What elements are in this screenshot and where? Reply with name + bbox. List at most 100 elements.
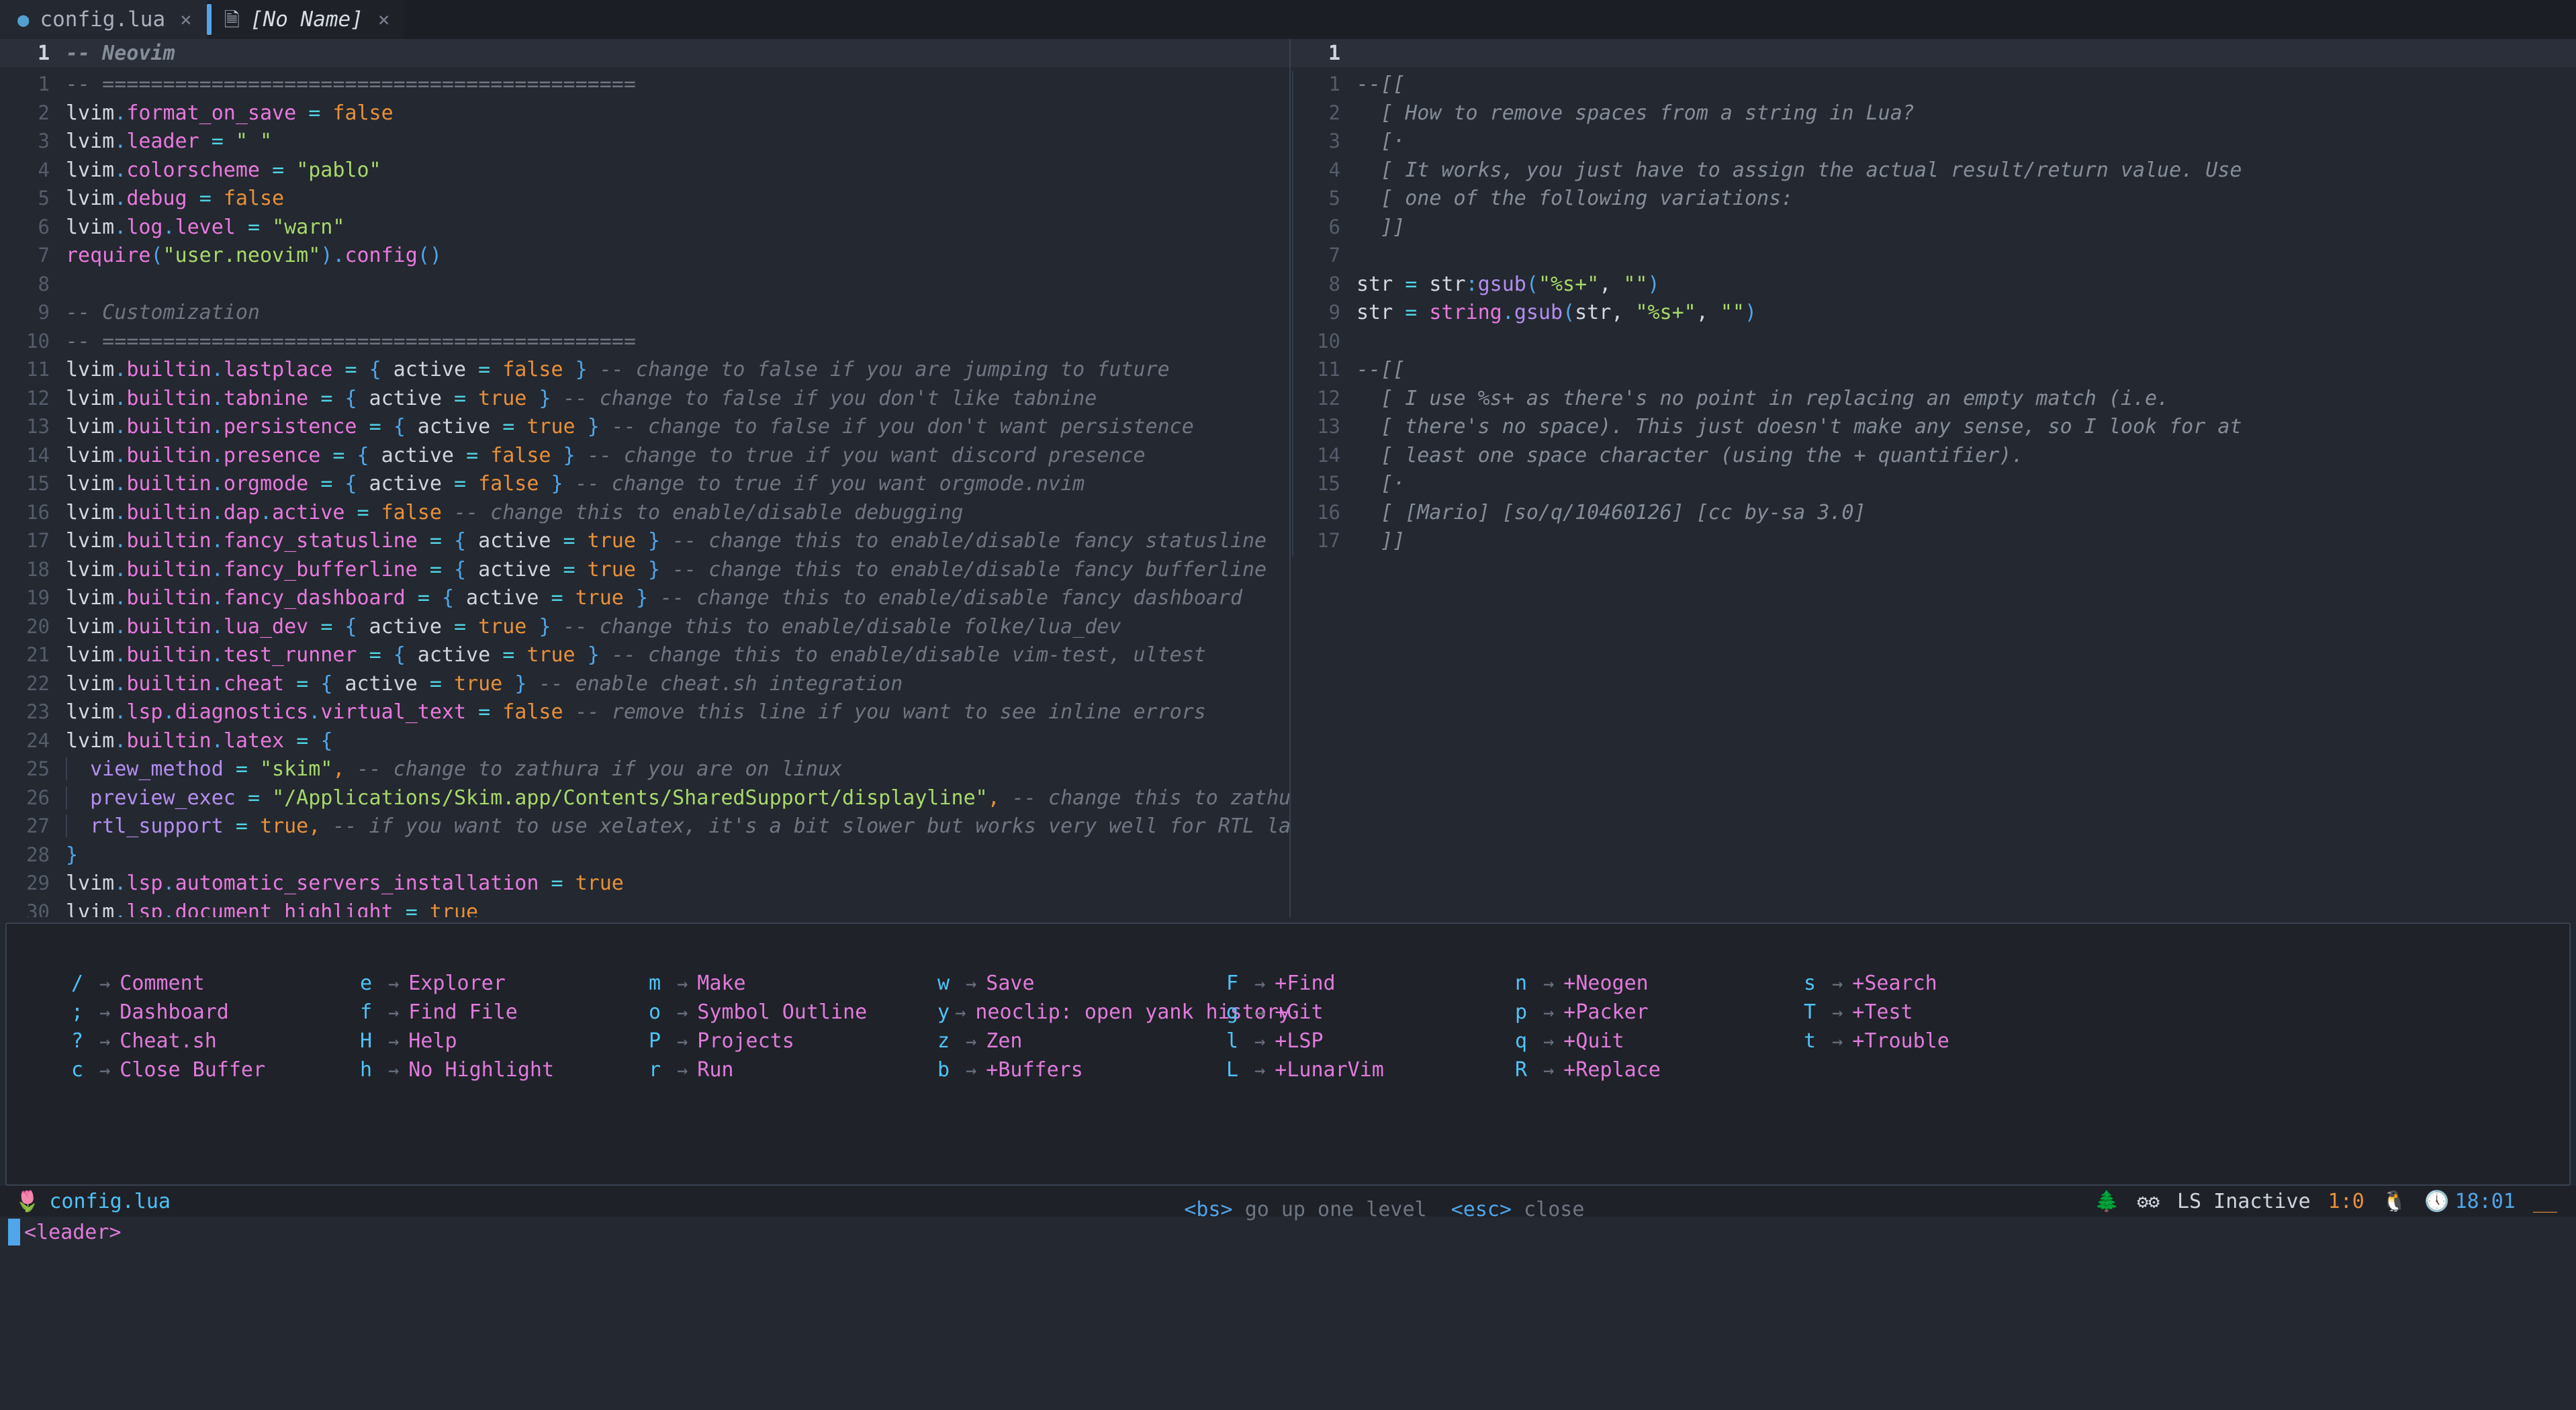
close-icon[interactable]: × <box>176 8 191 31</box>
token-eq: = <box>247 215 260 239</box>
code-line[interactable]: 26 preview_exec = "/Applications/Skim.ap… <box>0 784 1289 812</box>
code-line[interactable]: 9 -- Customization <box>0 298 1289 327</box>
which-key-entry[interactable]: p → +Packer <box>1515 998 1804 1027</box>
code-line[interactable]: 30 lvim.lsp.document_highlight = true <box>0 898 1289 918</box>
which-key-entry[interactable]: T → +Test <box>1804 998 2092 1027</box>
token-prop: lsp <box>126 900 163 918</box>
which-key-entry[interactable]: y → neoclip: open yank history <box>937 998 1291 1027</box>
which-key-entry[interactable]: o → Symbol Outline <box>649 998 937 1027</box>
code-line[interactable]: 17 ]] <box>1291 526 2576 557</box>
which-key-entry[interactable]: l → +LSP <box>1226 1027 1515 1056</box>
code-line[interactable]: 6 ]] <box>1291 213 2576 242</box>
code-line[interactable]: 28} <box>0 841 1289 869</box>
command-line[interactable]: <leader> <bs> go up one level <esc> clos… <box>0 1198 2576 1248</box>
code-line[interactable]: 15 lvim.builtin.orgmode = { active = fals… <box>0 469 1289 498</box>
code-line[interactable]: 24 lvim.builtin.latex = { <box>0 726 1289 755</box>
which-key-entry[interactable]: ? → Cheat.sh <box>71 1027 360 1056</box>
code-line[interactable]: 6 lvim.log.level = "warn" <box>0 213 1289 242</box>
code-line[interactable]: 18 lvim.builtin.fancy_bufferline = { acti… <box>0 555 1289 584</box>
which-key-entry[interactable]: g → +Git <box>1226 998 1515 1027</box>
which-key-entry[interactable]: H → Help <box>360 1027 649 1056</box>
which-key-entry[interactable]: c → Close Buffer <box>71 1056 360 1085</box>
code-line[interactable]: 5 [ one of the following variations: <box>1291 184 2576 214</box>
which-key-entry[interactable]: n → +Neogen <box>1515 970 1804 998</box>
which-key-popup[interactable]: / → Comment; → Dashboard? → Cheat.sh c → Close Bu… <box>5 923 2571 1186</box>
code-line[interactable]: 1 --[[ <box>1291 70 2576 100</box>
editor-pane-left[interactable]: 1 -- Neovim 1 -- ========================… <box>0 39 1289 917</box>
token-eq: = <box>357 500 369 524</box>
code-line[interactable]: 8 str = str:gsub("%s+", "") <box>1291 270 2576 299</box>
code-line[interactable]: 23 lvim.lsp.diagnostics.virtual_text = fa… <box>0 698 1289 726</box>
which-key-entry[interactable]: e → Explorer <box>360 970 649 998</box>
code-line[interactable]: 11 lvim.builtin.lastplace = { active = fa… <box>0 355 1289 384</box>
code-line[interactable]: 14 lvim.builtin.presence = { active = fal… <box>0 441 1289 470</box>
code-line[interactable]: 8 <box>0 270 1289 299</box>
code-line[interactable]: 16 lvim.builtin.dap.active = false -- cha… <box>0 498 1289 527</box>
neovim-window: ● config.lua × 🗎 [No Name] × 1 -- Neovim… <box>0 0 2576 1410</box>
code-line[interactable]: 16 [ [Mario] [so/q/10460126] [cc by-sa 3… <box>1291 498 2576 528</box>
code-line[interactable]: 27 rtl_support = true, -- if you want to… <box>0 812 1289 841</box>
which-key-entry[interactable]: h → No Highlight <box>360 1056 649 1085</box>
buffer-tab-no-name[interactable]: 🗎 [No Name] × <box>206 0 405 39</box>
lua-file-icon: ● <box>17 7 30 31</box>
code-line[interactable]: 4 lvim.colorscheme = "pablo" <box>0 156 1289 185</box>
code-line[interactable]: 19 lvim.builtin.fancy_dashboard = { activ… <box>0 583 1289 612</box>
which-key-entry[interactable]: ; → Dashboard <box>71 998 360 1027</box>
code-line[interactable]: 13 [ there's no space). This just doesn'… <box>1291 412 2576 442</box>
token-com: -- change this to enable/disable folke/l… <box>551 614 1121 639</box>
which-key-entry[interactable]: q → +Quit <box>1515 1027 1804 1056</box>
code-line[interactable]: 14 [ least one space character (using th… <box>1291 441 2576 471</box>
code-line[interactable]: 12 lvim.builtin.tabnine = { active = true… <box>0 384 1289 413</box>
code-line[interactable]: 12 [ I use %s+ as there's no point in re… <box>1291 384 2576 414</box>
which-key-entry[interactable]: w → Save <box>937 970 1226 998</box>
which-key-entry[interactable]: / → Comment <box>71 970 360 998</box>
token-eq: = <box>478 700 491 724</box>
code-line[interactable]: 17 lvim.builtin.fancy_statusline = { acti… <box>0 526 1289 555</box>
code-line[interactable]: 2 lvim.format_on_save = false <box>0 99 1289 128</box>
which-key-entry[interactable]: f → Find File <box>360 998 649 1027</box>
which-key-entry[interactable]: R → +Replace <box>1515 1056 1804 1085</box>
code-line[interactable]: 21 lvim.builtin.test_runner = { active = … <box>0 641 1289 669</box>
code-line[interactable]: 11 --[[ <box>1291 355 2576 385</box>
code-line[interactable]: 25 view_method = "skim", -- change to za… <box>0 755 1289 784</box>
which-key-entry[interactable]: z → Zen <box>937 1027 1226 1056</box>
right-code-lines[interactable]: 1 --[[2 [ How to remove spaces from a str… <box>1291 67 2576 557</box>
code-line[interactable]: 10 -- ===================================… <box>0 327 1289 356</box>
which-key-entry[interactable]: r → Run <box>649 1056 937 1085</box>
which-key-entry[interactable]: m → Make <box>649 970 937 998</box>
code-line[interactable]: 7 <box>1291 241 2576 271</box>
code-line[interactable]: 15 [· <box>1291 469 2576 500</box>
line-text: lvim.builtin.presence = { active = false… <box>66 442 1146 471</box>
code-line[interactable]: 2 [ How to remove spaces from a string i… <box>1291 99 2576 128</box>
editor-pane-right[interactable]: 1 1 --[[2 [ How to remove spaces from a s… <box>1291 39 2576 917</box>
close-icon[interactable]: × <box>374 8 389 31</box>
code-line[interactable]: 22 lvim.builtin.cheat = { active = true }… <box>0 669 1289 698</box>
line-number: 17 <box>1317 529 1340 552</box>
code-line[interactable]: 3 lvim.leader = " " <box>0 127 1289 156</box>
code-line[interactable]: 5 lvim.debug = false <box>0 184 1289 213</box>
code-line[interactable]: 20 lvim.builtin.lua_dev = { active = true… <box>0 612 1289 641</box>
code-line[interactable]: 10 <box>1291 327 2576 357</box>
token-brace: { <box>344 472 357 496</box>
which-key-entry[interactable]: b → +Buffers <box>937 1056 1226 1085</box>
code-line[interactable]: 7 require("user.neovim").config() <box>0 241 1289 270</box>
which-key-entry[interactable]: t → +Trouble <box>1804 1027 2092 1056</box>
code-line[interactable]: 4 [ It works, you just have to assign th… <box>1291 156 2576 185</box>
buffer-tab-config-lua[interactable]: ● config.lua × <box>0 0 207 39</box>
which-key-entry[interactable]: s → +Search <box>1804 970 2092 998</box>
code-line[interactable]: 29 lvim.lsp.automatic_servers_installatio… <box>0 869 1289 898</box>
gear-icon[interactable]: ⚙⚙ <box>2137 1190 2160 1213</box>
line-number: 24 <box>26 728 50 752</box>
which-key-entry[interactable]: L → +LunarVim <box>1226 1056 1515 1085</box>
left-code-lines[interactable]: 1 -- ====================================… <box>0 67 1289 917</box>
arrow-icon: → <box>1254 1002 1266 1023</box>
code-line[interactable]: 1 -- ====================================… <box>0 70 1289 99</box>
line-text: lvim.lsp.diagnostics.virtual_text = fals… <box>66 698 1206 727</box>
token-pink: config <box>344 244 418 267</box>
which-key-entry[interactable]: P → Projects <box>649 1027 937 1056</box>
code-line[interactable]: 13 lvim.builtin.persistence = { active = … <box>0 412 1289 441</box>
code-line[interactable]: 9 str = string.gsub(str, "%s+", "") <box>1291 298 2576 328</box>
code-line[interactable]: 3 [· <box>1291 127 2576 157</box>
which-key-entry[interactable]: F → +Find <box>1226 970 1515 998</box>
